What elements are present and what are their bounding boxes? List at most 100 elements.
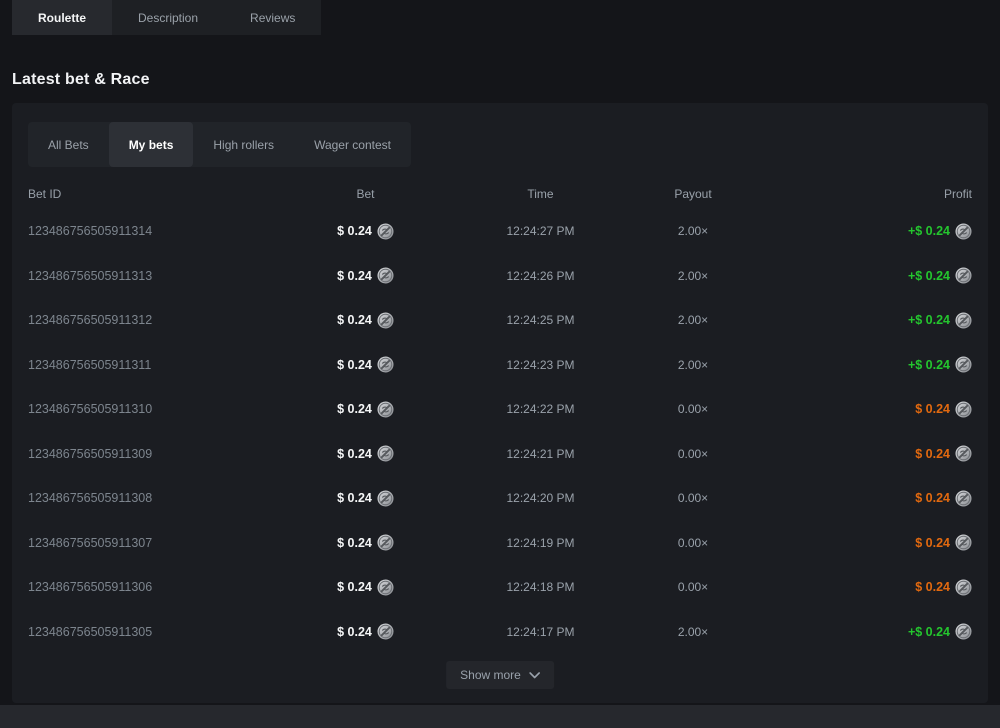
- bet-amount: $ 0.24: [337, 580, 372, 594]
- profit-cell: $ 0.24: [753, 578, 972, 596]
- tab-all-bets[interactable]: All Bets: [28, 122, 109, 167]
- table-row[interactable]: 123486756505911309 $ 0.24 12:24:21 PM 0.…: [28, 432, 972, 477]
- show-more-button[interactable]: Show more: [446, 661, 554, 689]
- payout-cell: 0.00×: [633, 447, 753, 461]
- table-body: 123486756505911314 $ 0.24 12:24:27 PM 2.…: [28, 209, 972, 654]
- bet-amount: $ 0.24: [337, 491, 372, 505]
- table-row[interactable]: 123486756505911311 $ 0.24 12:24:23 PM 2.…: [28, 343, 972, 388]
- bet-amount: $ 0.24: [337, 358, 372, 372]
- coin-icon: [377, 445, 394, 462]
- profit-cell: +$ 0.24: [753, 623, 972, 641]
- coin-icon: [955, 623, 972, 640]
- tab-roulette[interactable]: Roulette: [12, 0, 112, 35]
- coin-icon: [955, 356, 972, 373]
- time-cell: 12:24:27 PM: [448, 224, 633, 238]
- profit-value: +$ 0.24: [908, 269, 950, 283]
- bet-id-cell: 123486756505911311: [28, 358, 283, 372]
- bet-cell: $ 0.24: [283, 356, 448, 374]
- bet-amount: $ 0.24: [337, 402, 372, 416]
- time-cell: 12:24:17 PM: [448, 625, 633, 639]
- profit-value: $ 0.24: [915, 491, 950, 505]
- profit-cell: $ 0.24: [753, 534, 972, 552]
- bet-cell: $ 0.24: [283, 578, 448, 596]
- tab-high-rollers[interactable]: High rollers: [193, 122, 294, 167]
- header-payout: Payout: [633, 187, 753, 201]
- bet-cell: $ 0.24: [283, 311, 448, 329]
- payout-cell: 0.00×: [633, 402, 753, 416]
- payout-cell: 0.00×: [633, 580, 753, 594]
- table-row[interactable]: 123486756505911308 $ 0.24 12:24:20 PM 0.…: [28, 476, 972, 521]
- coin-icon: [955, 267, 972, 284]
- payout-cell: 2.00×: [633, 269, 753, 283]
- payout-cell: 0.00×: [633, 491, 753, 505]
- bet-amount: $ 0.24: [337, 536, 372, 550]
- time-cell: 12:24:25 PM: [448, 313, 633, 327]
- tab-reviews[interactable]: Reviews: [224, 0, 321, 35]
- payout-cell: 2.00×: [633, 313, 753, 327]
- header-bet: Bet: [283, 187, 448, 201]
- bet-cell: $ 0.24: [283, 623, 448, 641]
- coin-icon: [377, 534, 394, 551]
- payout-cell: 2.00×: [633, 358, 753, 372]
- page-tab-bar: Roulette Description Reviews: [12, 0, 321, 35]
- table-row[interactable]: 123486756505911314 $ 0.24 12:24:27 PM 2.…: [28, 209, 972, 254]
- bet-amount: $ 0.24: [337, 269, 372, 283]
- bet-cell: $ 0.24: [283, 489, 448, 507]
- profit-cell: +$ 0.24: [753, 356, 972, 374]
- table-row[interactable]: 123486756505911313 $ 0.24 12:24:26 PM 2.…: [28, 254, 972, 299]
- page-title: Latest bet & Race: [12, 71, 150, 89]
- profit-cell: $ 0.24: [753, 400, 972, 418]
- coin-icon: [377, 267, 394, 284]
- bet-id-cell: 123486756505911306: [28, 580, 283, 594]
- bet-id-cell: 123486756505911309: [28, 447, 283, 461]
- coin-icon: [955, 223, 972, 240]
- table-row[interactable]: 123486756505911305 $ 0.24 12:24:17 PM 2.…: [28, 610, 972, 655]
- bet-amount: $ 0.24: [337, 447, 372, 461]
- time-cell: 12:24:19 PM: [448, 536, 633, 550]
- bet-id-cell: 123486756505911313: [28, 269, 283, 283]
- time-cell: 12:24:21 PM: [448, 447, 633, 461]
- coin-icon: [377, 312, 394, 329]
- tab-wager-contest[interactable]: Wager contest: [294, 122, 411, 167]
- bet-cell: $ 0.24: [283, 445, 448, 463]
- time-cell: 12:24:26 PM: [448, 269, 633, 283]
- tab-description[interactable]: Description: [112, 0, 224, 35]
- header-bet-id: Bet ID: [28, 187, 283, 201]
- table-row[interactable]: 123486756505911306 $ 0.24 12:24:18 PM 0.…: [28, 565, 972, 610]
- profit-cell: $ 0.24: [753, 489, 972, 507]
- profit-value: +$ 0.24: [908, 625, 950, 639]
- profit-value: $ 0.24: [915, 447, 950, 461]
- table-row[interactable]: 123486756505911312 $ 0.24 12:24:25 PM 2.…: [28, 298, 972, 343]
- table-row[interactable]: 123486756505911310 $ 0.24 12:24:22 PM 0.…: [28, 387, 972, 432]
- bet-amount: $ 0.24: [337, 625, 372, 639]
- coin-icon: [955, 579, 972, 596]
- coin-icon: [955, 490, 972, 507]
- coin-icon: [955, 312, 972, 329]
- bets-table: Bet ID Bet Time Payout Profit 1234867565…: [28, 179, 972, 654]
- coin-icon: [955, 534, 972, 551]
- profit-value: $ 0.24: [915, 536, 950, 550]
- coin-icon: [377, 579, 394, 596]
- profit-value: $ 0.24: [915, 580, 950, 594]
- coin-icon: [377, 490, 394, 507]
- coin-icon: [377, 223, 394, 240]
- tab-my-bets[interactable]: My bets: [109, 122, 194, 167]
- bet-id-cell: 123486756505911310: [28, 402, 283, 416]
- bet-amount: $ 0.24: [337, 313, 372, 327]
- bet-cell: $ 0.24: [283, 267, 448, 285]
- header-time: Time: [448, 187, 633, 201]
- profit-cell: +$ 0.24: [753, 222, 972, 240]
- bet-filter-tab-bar: All Bets My bets High rollers Wager cont…: [28, 122, 411, 167]
- bet-amount: $ 0.24: [337, 224, 372, 238]
- payout-cell: 2.00×: [633, 625, 753, 639]
- coin-icon: [955, 401, 972, 418]
- table-row[interactable]: 123486756505911307 $ 0.24 12:24:19 PM 0.…: [28, 521, 972, 566]
- coin-icon: [377, 623, 394, 640]
- profit-cell: +$ 0.24: [753, 267, 972, 285]
- show-more-label: Show more: [460, 668, 521, 682]
- profit-value: +$ 0.24: [908, 358, 950, 372]
- time-cell: 12:24:22 PM: [448, 402, 633, 416]
- coin-icon: [377, 356, 394, 373]
- table-header-row: Bet ID Bet Time Payout Profit: [28, 179, 972, 209]
- chevron-down-icon: [529, 672, 540, 679]
